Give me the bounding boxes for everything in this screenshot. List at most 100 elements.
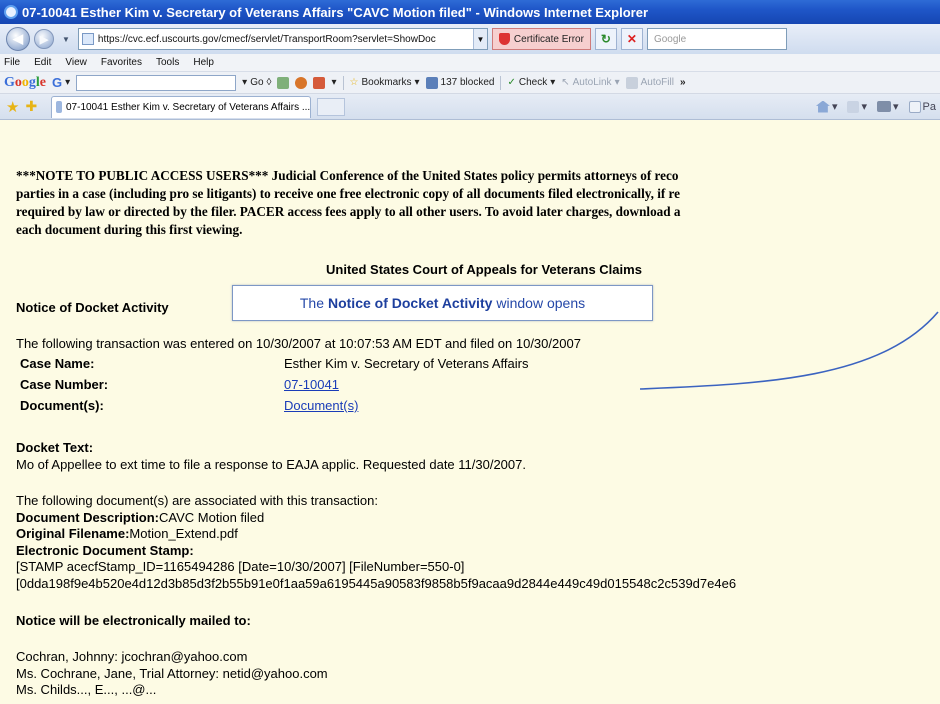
- internet-explorer-icon: [4, 5, 18, 19]
- autolink-button[interactable]: ↖ AutoLink ▾: [561, 77, 619, 88]
- associated-line: The following document(s) are associated…: [16, 493, 379, 508]
- check-icon: ✓: [507, 77, 516, 88]
- home-icon: [815, 100, 830, 113]
- home-button[interactable]: ▾: [815, 100, 837, 113]
- autolink-icon: ↖: [561, 77, 570, 88]
- recipient-item: Ms. Childs..., E..., ...@...: [16, 682, 157, 697]
- back-arrow-icon: ◀: [13, 31, 23, 46]
- tab-bar: ★ ✚ 07-10041 Esther Kim v. Secretary of …: [0, 94, 940, 120]
- popup-icon[interactable]: [313, 76, 326, 89]
- window-title: 07-10041 Esther Kim v. Secretary of Vete…: [22, 4, 649, 20]
- recipient-list: Cochran, Johnny: jcochran@yahoo.com Ms. …: [16, 649, 328, 699]
- news-icon[interactable]: [295, 76, 308, 89]
- command-bar: ▾ ▾ ▾ Pa: [815, 100, 940, 113]
- google-g-menu[interactable]: G ▾: [52, 75, 70, 90]
- menu-view[interactable]: View: [65, 57, 87, 68]
- case-number-row: Case Number: 07-10041: [20, 377, 339, 392]
- feeds-icon: [847, 100, 860, 113]
- menu-tools[interactable]: Tools: [156, 57, 179, 68]
- callout-annotation: The Notice of Docket Activity window ope…: [232, 285, 653, 321]
- menu-edit[interactable]: Edit: [34, 57, 51, 68]
- address-bar[interactable]: https://cvc.ecf.uscourts.gov/cmecf/servl…: [77, 28, 488, 50]
- public-access-notice: ***NOTE TO PUBLIC ACCESS USERS*** Judici…: [16, 167, 940, 239]
- extras-dropdown[interactable]: ▾: [331, 77, 336, 88]
- window-titlebar: 07-10041 Esther Kim v. Secretary of Vete…: [0, 0, 940, 24]
- forward-button[interactable]: ▶: [34, 29, 54, 49]
- print-button[interactable]: ▾: [877, 100, 899, 113]
- court-name: United States Court of Appeals for Veter…: [326, 262, 642, 277]
- case-number-link[interactable]: 07-10041: [284, 377, 339, 392]
- toolbar-overflow-button[interactable]: »: [680, 77, 686, 88]
- popup-blocker-button[interactable]: 137 blocked: [425, 76, 495, 89]
- autofill-label: AutoFill: [640, 77, 674, 88]
- document-details-block: The following document(s) are associated…: [16, 493, 736, 592]
- notice-line: parties in a case (including pro se liti…: [16, 186, 681, 201]
- menu-favorites[interactable]: Favorites: [101, 57, 142, 68]
- bookmarks-button[interactable]: ☆ Bookmarks ▾: [350, 77, 420, 88]
- search-input[interactable]: Google: [646, 28, 787, 50]
- new-tab-button[interactable]: [317, 97, 346, 116]
- orig-filename-value: Motion_Extend.pdf: [129, 526, 238, 541]
- menu-help[interactable]: Help: [193, 57, 214, 68]
- stamp-label: Electronic Document Stamp:: [16, 542, 194, 558]
- notice-line: required by law or directed by the filer…: [16, 204, 681, 219]
- bookmarks-label: Bookmarks: [361, 77, 412, 88]
- google-logo: Google: [4, 74, 46, 90]
- google-toolbar: Google G ▾ ▾ Go ◊ ▾ ☆ Bookmarks ▾ 137 block…: [0, 72, 940, 94]
- toolbar-separator: [342, 75, 344, 90]
- forward-arrow-icon: ▶: [39, 33, 49, 46]
- page-menu-icon: [908, 100, 921, 113]
- print-icon: [877, 101, 891, 112]
- address-dropdown-icon[interactable]: ▼: [472, 29, 487, 49]
- shield-warning-icon: [498, 33, 510, 45]
- transaction-line: The following transaction was entered on…: [16, 336, 581, 351]
- recipient-item: Ms. Cochrane, Jane, Trial Attorney: neti…: [16, 665, 328, 681]
- add-favorites-icon[interactable]: ✚: [25, 98, 37, 115]
- menu-file[interactable]: File: [4, 57, 20, 68]
- spell-check-button[interactable]: ✓ Check ▾: [507, 77, 555, 88]
- menu-bar: File Edit View Favorites Tools Help: [0, 54, 940, 72]
- history-dropdown-icon[interactable]: ▼: [62, 35, 70, 44]
- page-rank-icon[interactable]: [277, 76, 290, 89]
- stop-icon: ✕: [626, 32, 637, 46]
- page-menu-label: Pa: [922, 100, 936, 113]
- stamp-line: [0dda198f9e4b520e4d12d3b85d3f2b55b91e0f1…: [16, 575, 737, 591]
- stop-button[interactable]: ✕: [620, 28, 643, 50]
- favorites-star-icon[interactable]: ★: [6, 98, 19, 116]
- check-label: Check: [518, 77, 548, 88]
- docket-text: Mo of Appellee to ext time to file a res…: [16, 456, 526, 472]
- certificate-error-label: Certificate Error: [513, 33, 584, 45]
- documents-link[interactable]: Document(s): [284, 398, 358, 413]
- blocked-label: 137 blocked: [440, 77, 495, 88]
- mailed-heading: Notice will be electronically mailed to:: [16, 613, 251, 628]
- address-url[interactable]: https://cvc.ecf.uscourts.gov/cmecf/servl…: [98, 34, 473, 45]
- autofill-icon: [625, 76, 638, 89]
- back-button[interactable]: ◀: [6, 27, 30, 51]
- google-go-button[interactable]: ▾ Go ◊: [242, 77, 271, 88]
- case-name-label: Case Name:: [20, 356, 95, 371]
- certificate-error-button[interactable]: Certificate Error: [491, 28, 591, 50]
- case-number-label: Case Number:: [20, 377, 109, 392]
- callout-strong: Notice of Docket Activity: [327, 295, 493, 311]
- google-go-label: Go: [250, 77, 264, 88]
- autofill-button[interactable]: AutoFill: [625, 76, 674, 89]
- autolink-label: AutoLink: [572, 77, 612, 88]
- refresh-button[interactable]: ↻: [594, 28, 617, 50]
- refresh-icon: ↻: [600, 32, 611, 46]
- google-search-input[interactable]: [76, 74, 237, 91]
- docket-text-label: Docket Text:: [16, 440, 94, 455]
- page-icon: [81, 33, 94, 45]
- stamp-line: [STAMP acecfStamp_ID=1165494286 [Date=10…: [16, 559, 465, 574]
- case-name-row: Case Name: Esther Kim v. Secretary of Vet…: [20, 356, 528, 371]
- callout-prefix: The: [299, 295, 324, 311]
- search-placeholder: Google: [653, 33, 687, 45]
- tab-current[interactable]: 07-10041 Esther Kim v. Secretary of Vete…: [51, 95, 312, 118]
- page-menu-button[interactable]: Pa: [908, 100, 936, 113]
- popup-blocker-icon: [425, 76, 438, 89]
- callout-suffix: window opens: [496, 295, 586, 311]
- toolbar-separator: [500, 75, 502, 90]
- address-toolbar: ◀ ▶ ▼ https://cvc.ecf.uscourts.gov/cmecf…: [0, 24, 940, 54]
- feeds-button[interactable]: ▾: [847, 100, 867, 113]
- notice-line: each document during this first viewing.: [16, 222, 243, 237]
- doc-desc-label: Document Description:: [16, 509, 160, 525]
